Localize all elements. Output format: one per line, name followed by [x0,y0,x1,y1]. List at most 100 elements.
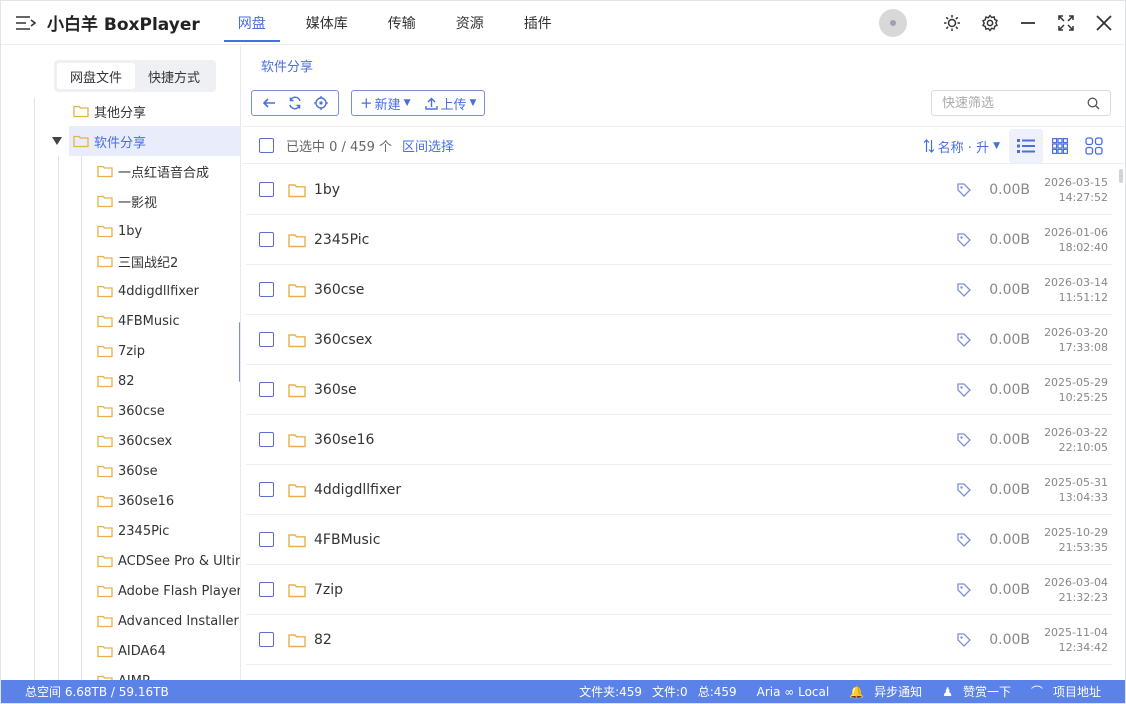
tree-item[interactable]: 2345Pic [97,516,240,546]
list-scrollbar[interactable] [1119,169,1123,183]
table-row[interactable]: 7zip 0.00B 2026-03-04 21:32:23 [246,565,1112,615]
nav-media-library[interactable]: 媒体库 [292,1,362,45]
upload-button[interactable]: 上传 ▼ [424,94,476,113]
row-checkbox[interactable] [259,332,274,347]
aria-status[interactable]: Aria ∞ Local [757,685,830,699]
fullscreen-icon[interactable] [1055,12,1077,34]
tag-icon[interactable] [956,482,972,498]
file-name[interactable]: 4FBMusic [314,532,380,548]
tree-guide-line [34,98,35,680]
tree-item[interactable]: 其他分享 [69,96,240,126]
grid-small-view-icon[interactable] [1043,129,1077,163]
tree-item[interactable]: 82 [97,366,240,396]
tree-item[interactable]: 软件分享 [69,126,240,156]
breadcrumb[interactable]: 软件分享 [261,56,313,75]
nav-resources[interactable]: 资源 [442,1,498,45]
tree-item[interactable]: 360cse [97,396,240,426]
range-select-link[interactable]: 区间选择 [402,136,454,155]
tab-shortcuts[interactable]: 快捷方式 [135,63,213,89]
file-name[interactable]: 360se [314,382,357,398]
tree-item[interactable]: ACDSee Pro & Ultim [97,546,240,576]
tree-item[interactable]: 360se [97,456,240,486]
file-name[interactable]: 1by [314,182,340,198]
file-name[interactable]: 4ddigdllfixer [314,482,401,498]
nav-cloud-drive[interactable]: 网盘 [223,1,280,45]
tree-item[interactable]: 4FBMusic [97,306,240,336]
nav-transfer[interactable]: 传输 [374,1,430,45]
sort-dropdown[interactable]: 名称 · 升 ▼ [923,127,1000,165]
select-all-checkbox[interactable] [259,137,274,153]
tree-item[interactable]: 4ddigdllfixer [97,276,240,306]
avatar[interactable] [879,9,907,37]
row-checkbox[interactable] [259,232,274,247]
tag-icon[interactable] [956,432,972,448]
tree-item[interactable]: Advanced Installer [97,606,240,636]
tag-icon[interactable] [956,332,972,348]
table-row[interactable]: 2345Pic 0.00B 2026-01-06 18:02:40 [246,215,1112,265]
row-checkbox[interactable] [259,432,274,447]
tree-item[interactable]: 360se16 [97,486,240,516]
tab-drive-files[interactable]: 网盘文件 [57,63,135,89]
async-notify[interactable]: 🔔 异步通知 [849,683,922,700]
quick-filter-input[interactable] [942,95,1087,111]
new-button[interactable]: + 新建 ▼ [360,94,411,113]
table-row[interactable]: 360csex 0.00B 2026-03-20 17:33:08 [246,315,1112,365]
caret-down-icon[interactable] [51,135,63,147]
donate-link[interactable]: ♟ 赞赏一下 [942,683,1011,700]
minimize-icon[interactable] [1017,12,1039,34]
file-name[interactable]: 360cse [314,282,364,298]
tag-icon[interactable] [956,632,972,648]
back-arrow-icon[interactable] [258,92,280,114]
tree-item[interactable]: Adobe Flash Player [97,576,240,606]
tag-icon[interactable] [956,532,972,548]
tag-icon[interactable] [956,382,972,398]
tree-item[interactable]: 1by [97,216,240,246]
tree-item[interactable]: AIMP [97,666,240,680]
menu-collapse-icon[interactable] [15,14,37,32]
tag-icon[interactable] [956,182,972,198]
file-name[interactable]: 360csex [314,332,372,348]
tag-icon[interactable] [956,232,972,248]
tree-item[interactable]: 360csex [97,426,240,456]
theme-sun-icon[interactable] [941,12,963,34]
search-icon[interactable] [1087,97,1100,110]
row-checkbox[interactable] [259,282,274,297]
list-view-icon[interactable] [1009,129,1043,163]
async-notify-label: 异步通知 [874,685,923,699]
table-row[interactable]: 1by 0.00B 2026-03-15 14:27:52 [246,165,1112,215]
tree-item[interactable]: 一点红语音合成 [97,156,240,186]
locate-icon[interactable] [310,92,332,114]
grid-large-view-icon[interactable] [1077,129,1111,163]
tree-item[interactable]: AIDA64 [97,636,240,666]
table-row[interactable]: 82 0.00B 2025-11-04 12:34:42 [246,615,1112,665]
file-name[interactable]: 360se16 [314,432,374,448]
table-row[interactable]: 360se16 0.00B 2026-03-22 22:10:05 [246,415,1112,465]
file-name[interactable]: 2345Pic [314,232,369,248]
file-name[interactable]: 7zip [314,582,343,598]
file-date-time: 14:27:52 [1058,191,1108,204]
tag-icon[interactable] [956,582,972,598]
row-checkbox[interactable] [259,182,274,197]
table-row[interactable]: 360se 0.00B 2025-05-29 10:25:25 [246,365,1112,415]
row-checkbox[interactable] [259,382,274,397]
tree-item[interactable]: 7zip [97,336,240,366]
table-row[interactable]: 4ddigdllfixer 0.00B 2025-05-31 13:04:33 [246,465,1112,515]
refresh-icon[interactable] [284,92,306,114]
row-checkbox[interactable] [259,632,274,647]
table-row[interactable]: 360cse 0.00B 2026-03-14 11:51:12 [246,265,1112,315]
row-checkbox[interactable] [259,532,274,547]
sidebar-resize-handle[interactable] [239,322,240,382]
tag-icon[interactable] [956,282,972,298]
nav-plugins[interactable]: 插件 [510,1,566,45]
row-checkbox[interactable] [259,482,274,497]
tree-item-label: 4FBMusic [118,313,180,329]
project-link[interactable]: ⌒ 项目地址 [1031,683,1101,700]
tree-item[interactable]: 三国战纪2 [97,246,240,276]
tree-guide-line [58,156,59,680]
file-name[interactable]: 82 [314,632,332,648]
close-icon[interactable] [1093,12,1115,34]
tree-item[interactable]: 一影视 [97,186,240,216]
settings-gear-icon[interactable] [979,12,1001,34]
row-checkbox[interactable] [259,582,274,597]
table-row[interactable]: 4FBMusic 0.00B 2025-10-29 21:53:35 [246,515,1112,565]
